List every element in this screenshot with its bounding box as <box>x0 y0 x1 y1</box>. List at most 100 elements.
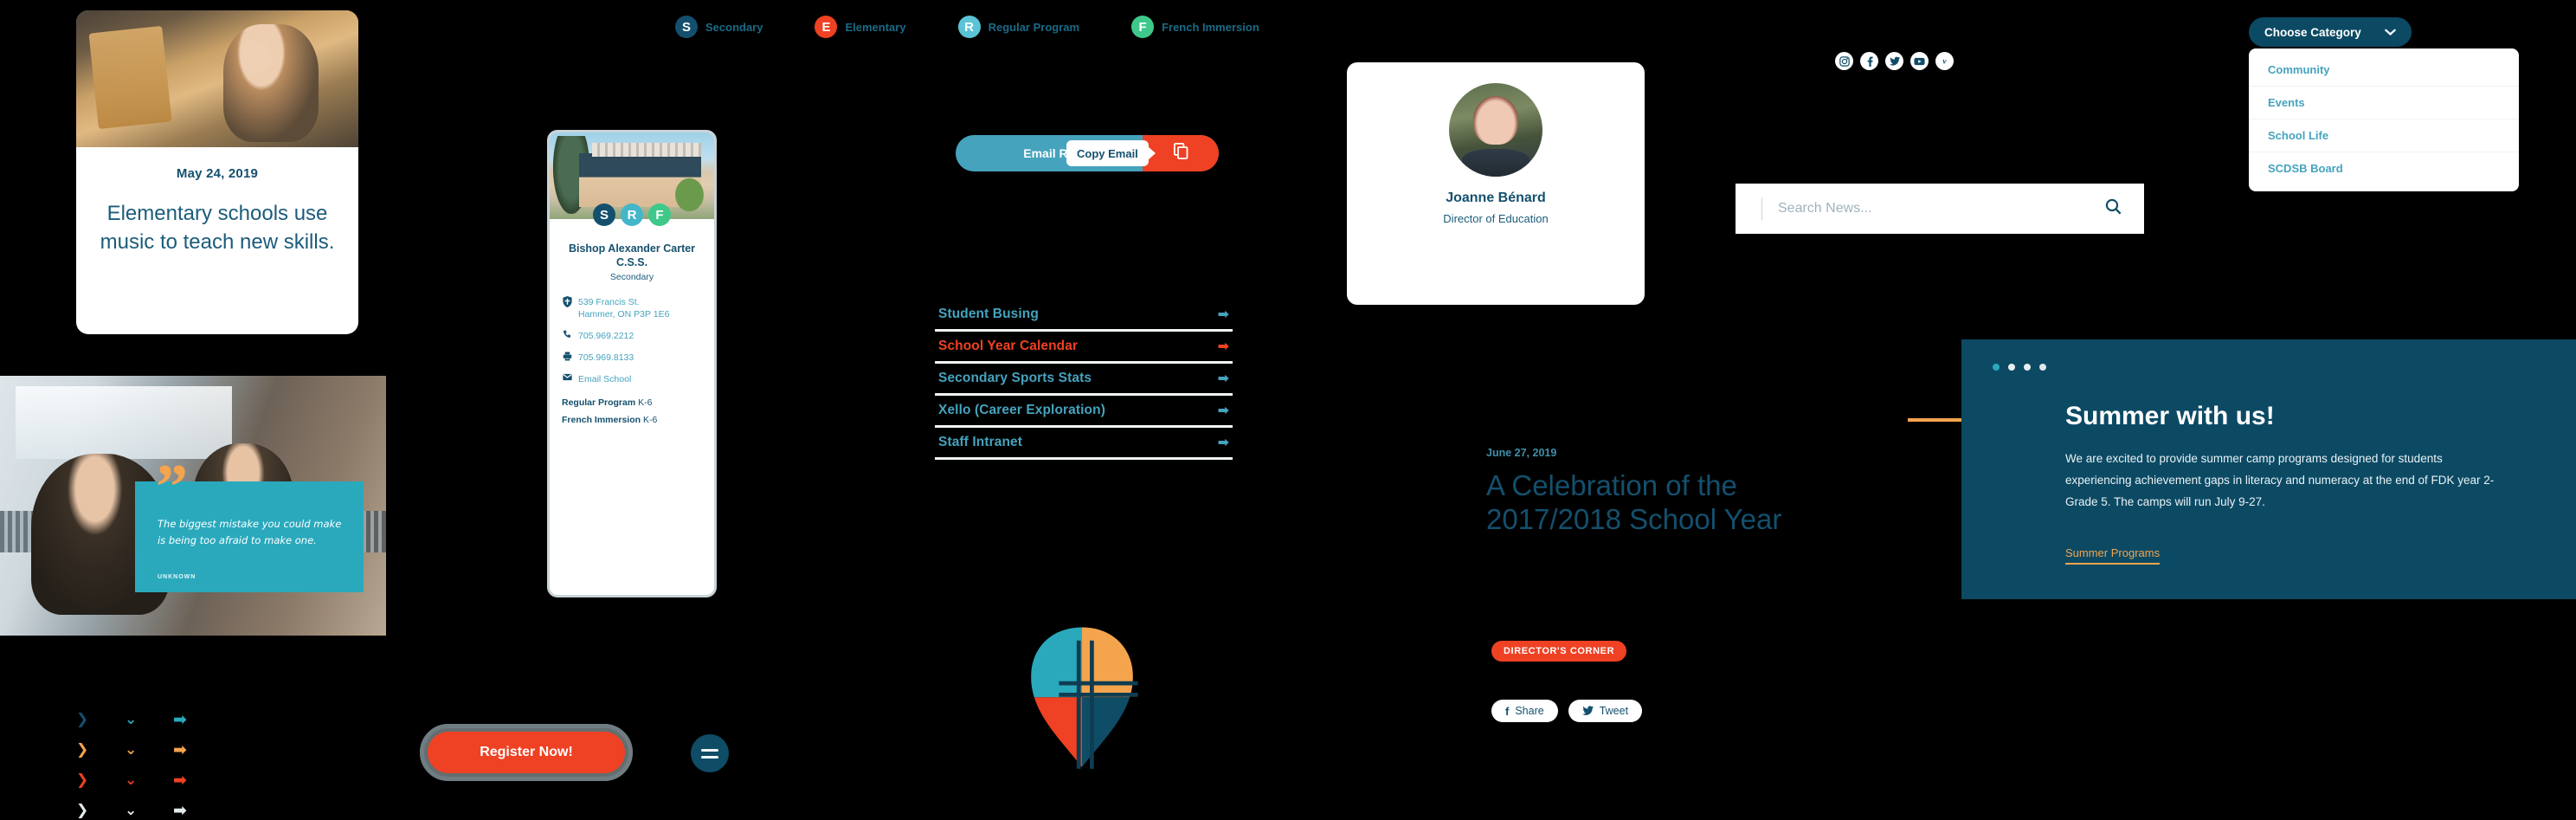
news-card[interactable]: May 24, 2019 Elementary schools use musi… <box>76 10 358 334</box>
school-phone: 705.969.2212 <box>578 330 634 341</box>
school-email-row[interactable]: Email School <box>562 373 702 385</box>
chevron-down-icon <box>2385 26 2396 39</box>
elementary-badge-icon: E <box>815 16 838 38</box>
avatar <box>1449 83 1542 177</box>
address-line-2: Hammer, ON P3P 1E6 <box>578 309 670 320</box>
legend-label: Regular Program <box>988 20 1080 34</box>
facebook-share-button[interactable]: f Share <box>1491 700 1558 722</box>
school-card[interactable]: S R F Bishop Alexander Carter C.S.S. Sec… <box>547 130 717 597</box>
link-row-staff-intranet[interactable]: Staff Intranet ➡ <box>935 428 1233 460</box>
menu-bar <box>701 755 718 759</box>
link-row-school-year-calendar[interactable]: School Year Calendar ➡ <box>935 332 1233 364</box>
link-row-secondary-sports-stats[interactable]: Secondary Sports Stats ➡ <box>935 364 1233 396</box>
category-button-label: Choose Category <box>2264 25 2361 39</box>
shield-icon <box>562 296 572 311</box>
chevron-right-icon: ❯ <box>76 710 89 728</box>
summer-panel-body: We are excited to provide summer camp pr… <box>2065 452 2495 508</box>
arrow-right-icon: ➡ <box>1217 402 1229 418</box>
arrow-cell: ⌄ <box>125 742 173 758</box>
arrow-cell: ❯ <box>76 803 125 818</box>
featured-article[interactable]: June 27, 2019 A Celebration of the 2017/… <box>1486 447 1798 537</box>
search-news-bar[interactable] <box>1736 184 2144 234</box>
director-profile-card[interactable]: Joanne Bénard Director of Education <box>1347 62 1645 305</box>
carousel-dot[interactable] <box>2039 364 2046 371</box>
category-option-school-life[interactable]: School Life <box>2249 119 2519 152</box>
carousel-dots <box>1993 364 2046 371</box>
school-email-link[interactable]: Email School <box>578 373 631 385</box>
regular-program-badge-icon: R <box>957 16 981 38</box>
news-card-image <box>76 10 358 147</box>
legend-item-french-immersion: F French Immersion <box>1131 16 1259 38</box>
category-option-community[interactable]: Community <box>2249 54 2519 87</box>
youtube-icon[interactable] <box>1910 52 1929 70</box>
article-date: June 27, 2019 <box>1486 447 1557 459</box>
program-grades: K-6 <box>638 397 653 408</box>
twitter-icon <box>1581 705 1594 718</box>
regular-program-badge-icon: R <box>621 203 643 226</box>
chevron-right-icon: ❯ <box>76 740 89 759</box>
canopy-detail <box>592 143 701 157</box>
news-card-headline: Elementary schools use music to teach ne… <box>100 202 335 254</box>
legend-label: French Immersion <box>1162 20 1259 34</box>
scdsb-cross-shield-logo[interactable] <box>1000 619 1164 784</box>
school-address-row[interactable]: 539 Francis St. Hammer, ON P3P 1E6 <box>562 296 702 321</box>
link-row-student-busing[interactable]: Student Busing ➡ <box>935 300 1233 332</box>
quote-card: ” The biggest mistake you could make is … <box>135 455 364 592</box>
summer-programs-link[interactable]: Summer Programs <box>2065 546 2161 565</box>
legend-item-regular-program: R Regular Program <box>957 16 1080 38</box>
program-row: French Immersion K-6 <box>562 415 702 425</box>
link-label: School Year Calendar <box>938 338 1079 353</box>
category-option-scdsb-board[interactable]: SCDSB Board <box>2249 152 2519 184</box>
quick-links-list: Student Busing ➡ School Year Calendar ➡ … <box>935 300 1233 460</box>
twitter-icon[interactable] <box>1885 52 1903 70</box>
instagram-icon[interactable] <box>1835 52 1853 70</box>
twitter-share-button[interactable]: Tweet <box>1568 700 1643 722</box>
search-icon[interactable] <box>2105 198 2122 220</box>
search-input[interactable] <box>1776 200 2105 217</box>
quote-attribution: UNKNOWN <box>158 574 196 580</box>
carousel-dot[interactable] <box>2008 364 2015 371</box>
program-name: French Immersion <box>562 414 641 425</box>
legend-label: Elementary <box>845 20 906 34</box>
address-line-1: 539 Francis St. <box>578 297 640 307</box>
social-links-row: v <box>1835 52 1954 70</box>
arrow-cell: ❯ <box>76 772 125 788</box>
legend-label: Secondary <box>705 20 763 34</box>
school-address: 539 Francis St. Hammer, ON P3P 1E6 <box>578 296 669 321</box>
school-phone-row[interactable]: 705.969.2212 <box>562 330 702 343</box>
share-button-label: Share <box>1515 705 1544 717</box>
status-badge[interactable]: DIRECTOR'S CORNER <box>1491 641 1627 662</box>
category-dropdown-menu: Community Events School Life SCDSB Board <box>2249 48 2519 191</box>
arrow-cell: ⌄ <box>125 803 173 818</box>
facebook-icon: f <box>1505 704 1510 718</box>
school-fax-row[interactable]: 705.969.8133 <box>562 352 702 365</box>
link-row-xello[interactable]: Xello (Career Exploration) ➡ <box>935 396 1233 428</box>
copy-email-tooltip: Copy Email <box>1066 140 1156 166</box>
vimeo-icon[interactable]: v <box>1935 52 1954 70</box>
register-now-button[interactable]: Register Now! <box>420 724 633 781</box>
cursor-divider <box>1761 197 1762 220</box>
hamburger-menu-button[interactable] <box>691 734 729 772</box>
arrow-right-icon: ➡ <box>1217 338 1229 354</box>
program-row: Regular Program K-6 <box>562 397 702 408</box>
school-fax: 705.969.8133 <box>578 352 634 363</box>
category-option-events[interactable]: Events <box>2249 87 2519 119</box>
director-name: Joanne Bénard <box>1446 190 1546 205</box>
choose-category-button[interactable]: Choose Category <box>2249 17 2412 47</box>
link-label: Staff Intranet <box>938 434 1022 449</box>
arrow-cell: ❯ <box>76 712 125 727</box>
arrow-right-icon: ➡ <box>173 709 187 729</box>
article-title: A Celebration of the 2017/2018 School Ye… <box>1486 469 1782 535</box>
facebook-icon[interactable] <box>1860 52 1878 70</box>
chevron-down-icon: ⌄ <box>125 801 138 819</box>
link-label: Xello (Career Exploration) <box>938 402 1105 417</box>
arrow-right-icon: ➡ <box>173 770 187 790</box>
school-name: Bishop Alexander Carter C.S.S. <box>568 242 696 268</box>
carousel-dot[interactable] <box>2024 364 2031 371</box>
carousel-dot-active[interactable] <box>1993 364 2000 371</box>
summer-promo-panel: Summer with us! We are excited to provid… <box>1961 339 2576 599</box>
school-programs: Regular Program K-6 French Immersion K-6 <box>562 397 702 425</box>
arrow-right-icon: ➡ <box>173 739 187 759</box>
chevron-down-icon: ⌄ <box>125 740 138 759</box>
badge-legend: S Secondary E Elementary R Regular Progr… <box>675 16 1259 38</box>
